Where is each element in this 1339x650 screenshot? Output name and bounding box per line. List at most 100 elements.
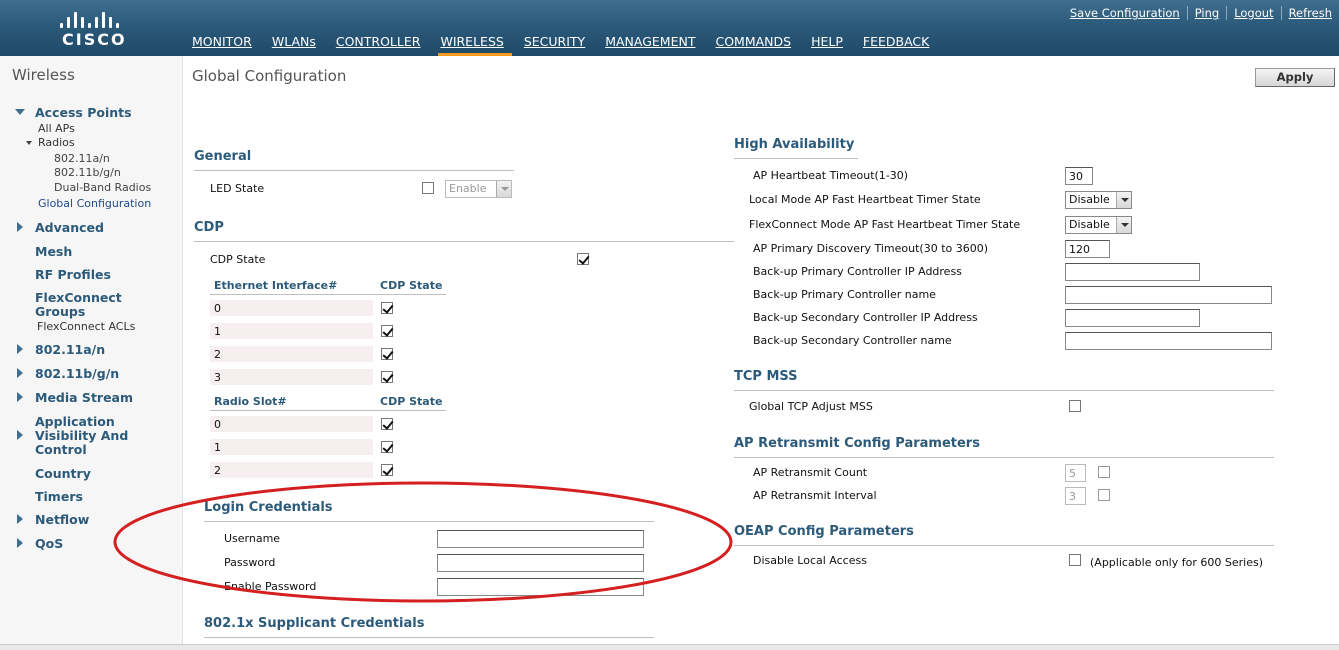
backup-primary-ip-input[interactable] — [1065, 263, 1200, 281]
global-tcp-adjust-label: Global TCP Adjust MSS — [749, 400, 873, 413]
tab-wlans[interactable]: WLANs — [270, 33, 324, 56]
backup-secondary-name-label: Back-up Secondary Controller name — [753, 334, 952, 347]
primary-discovery-input[interactable] — [1065, 240, 1110, 258]
disable-local-access-checkbox[interactable] — [1069, 554, 1081, 566]
sidebar-item-global-configuration[interactable]: Global Configuration — [38, 197, 151, 210]
sidebar-item-rf-profiles[interactable]: RF Profiles — [35, 267, 111, 282]
apply-button[interactable]: Apply — [1255, 68, 1335, 87]
sidebar-item-mesh[interactable]: Mesh — [35, 244, 72, 259]
expand-right-icon[interactable] — [17, 368, 23, 378]
radio-slot-header: Radio Slot# — [214, 395, 287, 408]
tab-security[interactable]: SECURITY — [522, 33, 593, 56]
divider — [210, 294, 446, 295]
expand-right-icon[interactable] — [17, 344, 23, 354]
sidebar-item-radio-80211bgn[interactable]: 802.11b/g/n — [54, 166, 121, 179]
expand-right-icon[interactable] — [17, 430, 23, 440]
expand-right-icon[interactable] — [17, 514, 23, 524]
ap-retransmit-interval-checkbox[interactable] — [1098, 489, 1110, 501]
global-tcp-adjust-checkbox[interactable] — [1069, 400, 1081, 412]
page-title: Global Configuration — [192, 67, 347, 85]
tab-commands[interactable]: COMMANDS — [713, 33, 799, 56]
flex-fast-heartbeat-select[interactable]: Disable — [1065, 216, 1132, 234]
radio-cdp-checkbox-2[interactable] — [381, 464, 393, 476]
sidebar-item-media-stream[interactable]: Media Stream — [35, 390, 133, 405]
username-input[interactable] — [437, 530, 644, 548]
sidebar-item-radios[interactable]: Radios — [38, 136, 75, 149]
bottom-scrollbar[interactable] — [0, 644, 1339, 650]
divider — [734, 158, 858, 159]
sidebar-item-dual-band-radios[interactable]: Dual-Band Radios — [54, 181, 151, 194]
ap-heartbeat-label: AP Heartbeat Timeout(1-30) — [753, 169, 909, 182]
expand-down-icon[interactable] — [26, 141, 32, 145]
backup-primary-name-input[interactable] — [1065, 286, 1272, 304]
sidebar-item-avc-line2[interactable]: Visibility And — [35, 428, 128, 443]
ap-retransmit-count-input[interactable] — [1065, 464, 1086, 482]
led-state-select[interactable]: Enable — [445, 180, 512, 198]
sidebar-item-all-aps[interactable]: All APs — [38, 122, 75, 135]
radio-cdp-checkbox-0[interactable] — [381, 418, 393, 430]
tab-controller[interactable]: CONTROLLER — [334, 33, 429, 56]
tab-wireless[interactable]: WIRELESS — [438, 33, 512, 56]
password-input[interactable] — [437, 554, 644, 572]
tab-feedback[interactable]: FEEDBACK — [861, 33, 937, 56]
local-fast-heartbeat-value: Disable — [1069, 193, 1110, 206]
enable-password-input[interactable] — [437, 578, 644, 596]
table-row — [210, 439, 373, 455]
sidebar-item-qos[interactable]: QoS — [35, 536, 63, 551]
sidebar-item-advanced[interactable]: Advanced — [35, 220, 104, 235]
divider — [210, 410, 446, 411]
tab-help[interactable]: HELP — [809, 33, 851, 56]
sidebar-item-80211bgn[interactable]: 802.11b/g/n — [35, 366, 119, 381]
expand-right-icon[interactable] — [17, 222, 23, 232]
tab-monitor[interactable]: MONITOR — [190, 33, 260, 56]
local-fast-heartbeat-label: Local Mode AP Fast Heartbeat Timer State — [749, 193, 981, 206]
tab-management[interactable]: MANAGEMENT — [603, 33, 703, 56]
ap-heartbeat-input[interactable] — [1065, 167, 1093, 185]
ping-link[interactable]: Ping — [1186, 6, 1226, 20]
sidebar-item-country[interactable]: Country — [35, 466, 91, 481]
sidebar-item-flexconnect-groups-line2[interactable]: Groups — [35, 304, 85, 319]
led-state-select-value: Enable — [449, 182, 487, 195]
radio-cdp-state-header: CDP State — [380, 395, 443, 408]
sidebar: Wireless Access Points All APs Radios 80… — [0, 56, 183, 650]
sidebar-item-timers[interactable]: Timers — [35, 489, 83, 504]
expand-down-icon[interactable] — [15, 109, 25, 115]
sidebar-item-80211an[interactable]: 802.11a/n — [35, 342, 105, 357]
eth-cdp-checkbox-1[interactable] — [381, 325, 393, 337]
sidebar-item-avc-line3[interactable]: Control — [35, 442, 87, 457]
sidebar-item-netflow[interactable]: Netflow — [35, 512, 89, 527]
cdp-state-checkbox[interactable] — [577, 253, 589, 265]
backup-secondary-name-input[interactable] — [1065, 332, 1272, 350]
sidebar-item-flexconnect-groups[interactable]: FlexConnect — [35, 290, 122, 305]
ap-retransmit-title: AP Retransmit Config Parameters — [734, 436, 980, 451]
eth-cdp-checkbox-0[interactable] — [381, 302, 393, 314]
local-fast-heartbeat-select[interactable]: Disable — [1065, 191, 1132, 209]
divider — [194, 170, 514, 171]
supplicant-credentials-title: 802.1x Supplicant Credentials — [204, 616, 425, 631]
cdp-state-label: CDP State — [210, 253, 266, 266]
eth-interface-1: 1 — [214, 325, 221, 338]
backup-secondary-ip-input[interactable] — [1065, 309, 1200, 327]
cisco-bars-icon — [58, 8, 128, 28]
divider — [734, 545, 1274, 546]
logout-link[interactable]: Logout — [1226, 6, 1280, 20]
sidebar-item-avc[interactable]: Application — [35, 414, 115, 429]
eth-interface-2: 2 — [214, 348, 221, 361]
save-configuration-link[interactable]: Save Configuration — [1063, 6, 1187, 20]
expand-right-icon[interactable] — [17, 538, 23, 548]
cdp-section-title: CDP — [194, 220, 224, 235]
led-state-checkbox[interactable] — [422, 182, 434, 194]
expand-right-icon[interactable] — [17, 392, 23, 402]
ap-retransmit-interval-input[interactable] — [1065, 487, 1086, 505]
tcp-mss-title: TCP MSS — [734, 369, 798, 384]
eth-cdp-checkbox-2[interactable] — [381, 348, 393, 360]
flex-fast-heartbeat-value: Disable — [1069, 218, 1110, 231]
sidebar-item-flexconnect-acls[interactable]: FlexConnect ACLs — [37, 320, 135, 333]
eth-cdp-checkbox-3[interactable] — [381, 371, 393, 383]
refresh-link[interactable]: Refresh — [1280, 6, 1339, 20]
radio-cdp-checkbox-1[interactable] — [381, 441, 393, 453]
sidebar-item-access-points[interactable]: Access Points — [35, 105, 132, 120]
sidebar-title: Wireless — [12, 66, 75, 84]
ap-retransmit-count-checkbox[interactable] — [1098, 466, 1110, 478]
sidebar-item-radio-80211an[interactable]: 802.11a/n — [54, 152, 110, 165]
